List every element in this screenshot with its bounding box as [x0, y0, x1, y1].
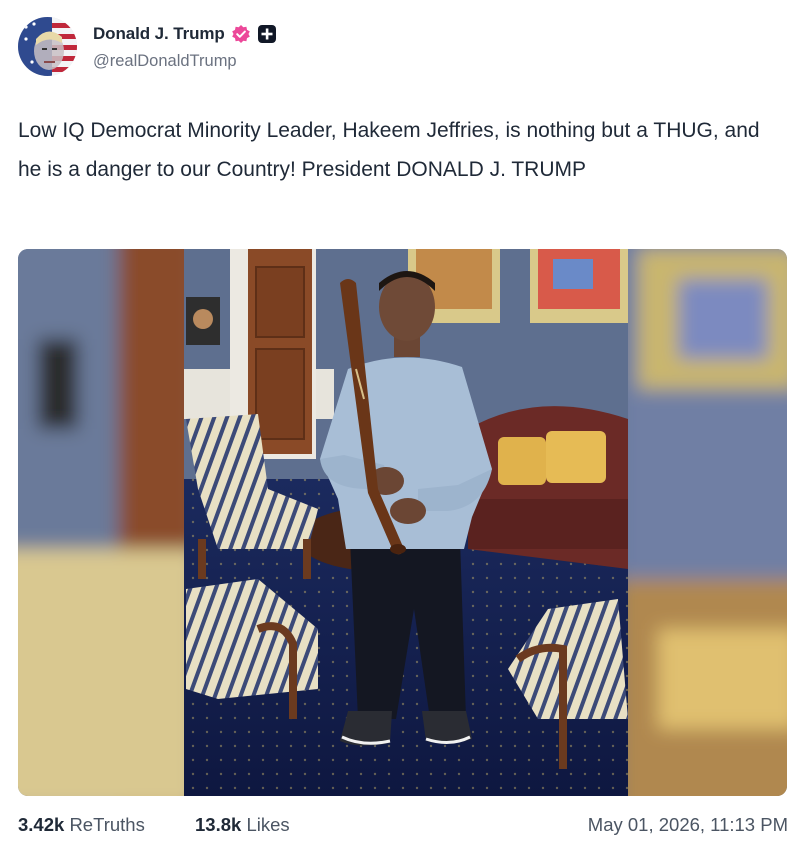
post-timestamp[interactable]: May 01, 2026, 11:13 PM: [588, 814, 788, 836]
verified-badge-icon: [231, 24, 251, 44]
author-display-name[interactable]: Donald J. Trump: [93, 24, 225, 44]
retruths-count: 3.42k: [18, 814, 65, 835]
post-media-image[interactable]: [18, 249, 787, 796]
post-text: Low IQ Democrat Minority Leader, Hakeem …: [18, 119, 760, 181]
author-name-row: Donald J. Trump: [93, 20, 277, 48]
retruths-label: ReTruths: [69, 814, 145, 835]
likes-stat[interactable]: 13.8k Likes: [195, 814, 290, 836]
avatar[interactable]: [18, 17, 77, 76]
retruths-stat[interactable]: 3.42k ReTruths: [18, 814, 145, 836]
author-handle[interactable]: @realDonaldTrump: [93, 52, 237, 71]
post-footer: 3.42k ReTruths 13.8k Likes May 01, 2026,…: [18, 812, 788, 842]
likes-label: Likes: [246, 814, 290, 835]
post-header: Donald J. Trump @realDonaldTrump: [18, 16, 778, 78]
likes-count: 13.8k: [195, 814, 242, 835]
truth-badge-icon: [257, 24, 277, 44]
